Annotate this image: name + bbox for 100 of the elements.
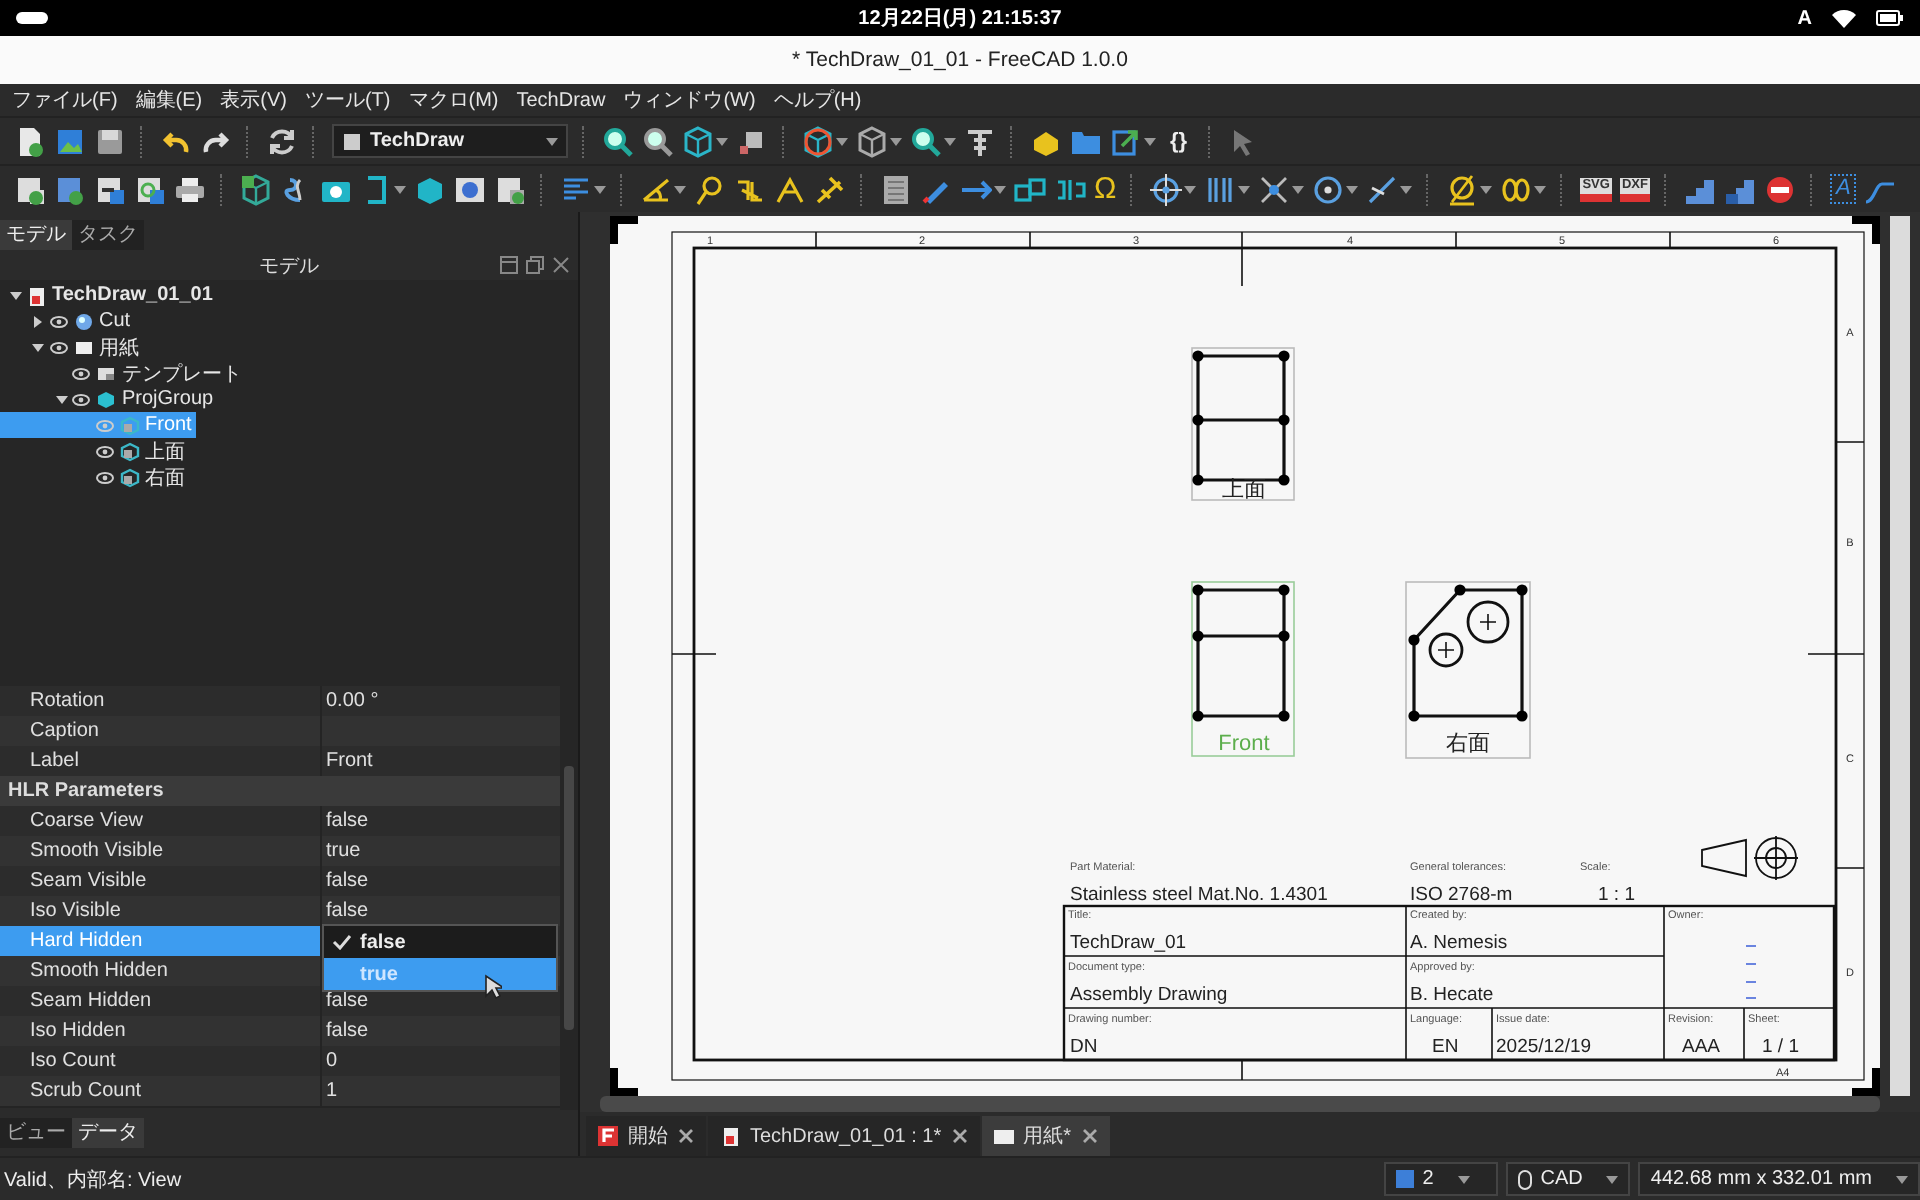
panel-tab[interactable]: モデル (0, 220, 72, 250)
view-frame[interactable] (1191, 581, 1295, 757)
menu-item[interactable]: ヘルプ(H) (773, 86, 862, 114)
dimension-icon[interactable] (774, 173, 806, 205)
menu-item[interactable]: 表示(V) (220, 86, 287, 114)
property-value[interactable]: 0 (320, 1046, 560, 1078)
text-button[interactable]: A (1829, 174, 1857, 204)
cube-icon[interactable] (682, 125, 714, 157)
close-icon[interactable] (678, 1128, 694, 1144)
radius-icon[interactable] (694, 173, 726, 205)
symbol-button[interactable]: Ω (1094, 173, 1117, 205)
field-value[interactable]: 1 : 1 (1598, 884, 1635, 906)
dropdown-caret-icon[interactable] (1457, 1175, 1470, 1183)
property-name[interactable]: Caption (0, 716, 320, 748)
page-add-icon[interactable] (494, 173, 526, 205)
eye-icon[interactable] (72, 393, 90, 405)
field-value[interactable]: Stainless steel Mat.No. 1.4301 (1070, 884, 1328, 906)
cube-icon[interactable] (802, 125, 834, 157)
activities-indicator[interactable] (16, 12, 48, 24)
tree-item[interactable]: Cut (0, 308, 135, 334)
no-entry-icon[interactable] (1763, 173, 1796, 205)
cube-icon[interactable] (414, 173, 446, 205)
panel-tab[interactable]: ビュー (0, 1118, 72, 1148)
new-document-icon[interactable] (14, 125, 46, 157)
view-insert-icon[interactable] (240, 173, 272, 205)
expand-arrow-icon[interactable] (9, 289, 21, 301)
group-icon[interactable] (454, 173, 486, 205)
property-group[interactable]: HLR Parameters (0, 776, 560, 806)
dropdown-caret-icon[interactable] (1292, 185, 1305, 193)
view-frame[interactable] (1405, 581, 1531, 759)
dock-icon[interactable] (500, 256, 518, 274)
macro-button[interactable]: {} (1164, 129, 1194, 153)
dropdown-caret-icon[interactable] (394, 185, 406, 193)
field-value[interactable]: EN (1432, 1036, 1459, 1058)
dropdown-caret-icon[interactable] (1480, 185, 1493, 193)
property-value[interactable]: true (320, 836, 560, 868)
field-value[interactable]: AAA (1682, 1036, 1721, 1058)
property-name[interactable]: Iso Hidden (0, 1016, 320, 1048)
eye-icon[interactable] (95, 445, 113, 457)
close-icon[interactable] (951, 1128, 968, 1144)
zoom-icon[interactable] (910, 125, 942, 157)
close-icon[interactable] (552, 256, 570, 274)
dropdown-caret-icon[interactable] (994, 185, 1006, 193)
tree-item[interactable]: 上面 (0, 438, 189, 464)
circle-icon[interactable] (1312, 173, 1345, 205)
field-value[interactable]: B. Hecate (1410, 984, 1494, 1006)
page-refresh-icon[interactable] (134, 173, 166, 205)
dropdown-caret-icon[interactable] (1144, 137, 1156, 145)
dropdown-caret-icon[interactable] (1184, 185, 1197, 193)
printer-icon[interactable] (174, 173, 206, 205)
cross-icon[interactable] (1258, 173, 1291, 205)
dropdown-caret-icon[interactable] (1534, 185, 1547, 193)
property-value[interactable]: Front (320, 746, 560, 778)
menu-item[interactable]: ツール(T) (304, 86, 391, 114)
export-icon[interactable] (1110, 125, 1142, 157)
zoom-fit-icon[interactable] (602, 125, 634, 157)
field-value[interactable]: Assembly Drawing (1070, 984, 1228, 1006)
view-dropdown[interactable]: 2 (1384, 1162, 1499, 1196)
property-value[interactable]: 1 (320, 1076, 560, 1108)
field-value[interactable]: TechDraw_01 (1070, 932, 1187, 954)
lines-icon[interactable] (1204, 173, 1237, 205)
menu-item[interactable]: ウィンドウ(W) (623, 86, 756, 114)
workbench-dropdown[interactable]: TechDraw (332, 124, 568, 158)
picture-file-icon[interactable] (54, 125, 86, 157)
menu-item[interactable]: マクロ(M) (408, 86, 499, 114)
view-drawing[interactable] (1192, 584, 1290, 722)
dropdown-caret-icon[interactable] (944, 137, 956, 145)
angle-icon[interactable] (640, 173, 672, 205)
scrollbar[interactable] (560, 686, 578, 1110)
measure-icon[interactable] (964, 125, 996, 157)
page-add-icon[interactable] (54, 173, 86, 205)
scrollbar[interactable] (1890, 216, 1910, 1096)
tree-item[interactable]: 用紙 (0, 334, 143, 360)
field-value[interactable]: 2025/12/19 (1496, 1036, 1592, 1058)
dimension-icon[interactable] (814, 173, 846, 205)
diameter-icon[interactable] (1446, 173, 1479, 205)
eye-icon[interactable] (49, 341, 67, 353)
float-icon[interactable] (526, 256, 544, 274)
zoom-icon[interactable] (642, 125, 674, 157)
document-tab[interactable]: 開始 (586, 1116, 706, 1156)
clock[interactable]: 12月22日(月) 21:15:37 (858, 8, 1062, 30)
property-name[interactable]: Iso Visible (0, 896, 320, 928)
scrollbar[interactable] (600, 1096, 1880, 1112)
property-name[interactable]: Scrub Count (0, 1076, 320, 1108)
expand-arrow-icon[interactable] (32, 341, 44, 353)
eye-icon[interactable] (95, 471, 113, 483)
property-name[interactable]: Smooth Visible (0, 836, 320, 868)
dropdown-caret-icon[interactable] (594, 185, 606, 193)
page-size-dropdown[interactable]: 442.68 mm x 332.01 mm (1638, 1162, 1920, 1196)
grid-icon[interactable] (880, 173, 912, 205)
expand-arrow-icon[interactable] (55, 393, 67, 405)
view-drawing[interactable] (1408, 584, 1528, 722)
empty-field-marker[interactable] (1745, 945, 1757, 999)
chain-icon[interactable] (1014, 173, 1046, 205)
tree-item[interactable]: ProjGroup (0, 386, 218, 412)
dropdown-caret-icon[interactable] (890, 137, 902, 145)
menu-item[interactable]: TechDraw (516, 89, 606, 111)
view-frame[interactable] (1191, 347, 1295, 501)
refresh-icon[interactable] (266, 125, 298, 157)
tree-item[interactable]: 右面 (0, 464, 189, 490)
